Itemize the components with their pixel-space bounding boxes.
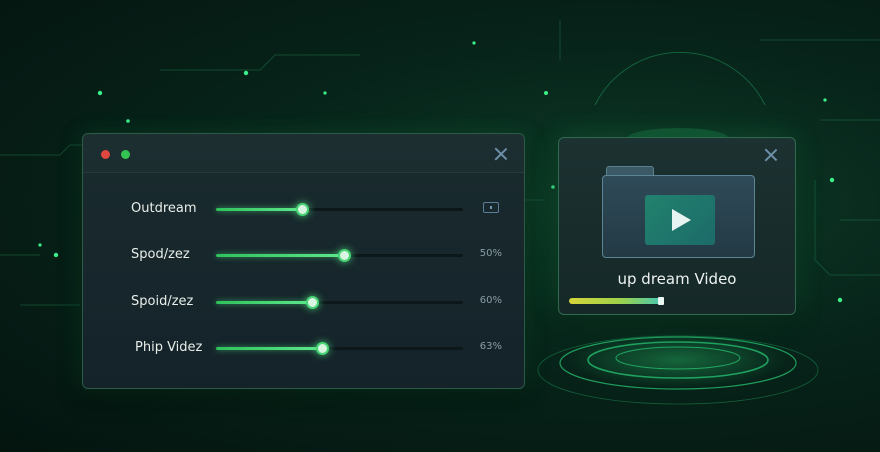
slider-fill: [216, 254, 345, 257]
play-icon[interactable]: [672, 209, 691, 231]
video-thumbnail[interactable]: [645, 195, 715, 245]
folder-body: [602, 175, 755, 258]
setting-slider[interactable]: [216, 203, 463, 216]
close-icon[interactable]: [493, 146, 509, 162]
setting-value: 50%: [479, 248, 502, 259]
slider-thumb[interactable]: [338, 249, 352, 262]
setting-value: 60%: [479, 295, 502, 306]
slider-fill: [216, 347, 323, 350]
window-maximize-dot[interactable]: [121, 150, 130, 159]
progress-fill: [569, 298, 662, 304]
setting-slider[interactable]: [216, 296, 463, 309]
settings-titlebar: [83, 134, 524, 173]
video-title: up dream Video: [617, 270, 737, 288]
setting-row-spoid-zez: Spoid/zez 60%: [83, 290, 524, 314]
close-icon[interactable]: [763, 147, 779, 163]
setting-row-phip-videz: Phip Videz 63%: [83, 336, 524, 360]
slider-thumb[interactable]: [306, 296, 320, 309]
setting-row-outdream: Outdream: [83, 197, 524, 221]
folder-icon[interactable]: [602, 166, 755, 258]
slider-thumb[interactable]: [296, 203, 310, 216]
progress-handle[interactable]: [658, 297, 665, 305]
slider-fill: [216, 301, 313, 304]
stop-box-icon[interactable]: [483, 202, 499, 213]
setting-value: 63%: [479, 341, 502, 352]
window-close-dot[interactable]: [101, 150, 110, 159]
settings-window: Outdream Spod/zez 50% Spoid/zez 60% Phip…: [82, 133, 525, 389]
video-progress-bar[interactable]: [569, 297, 779, 305]
slider-thumb[interactable]: [316, 342, 330, 355]
setting-row-spod-zez: Spod/zez 50%: [83, 243, 524, 267]
setting-slider[interactable]: [216, 249, 463, 262]
setting-slider[interactable]: [216, 342, 463, 355]
slider-fill: [216, 208, 303, 211]
video-window: up dream Video: [558, 137, 796, 315]
